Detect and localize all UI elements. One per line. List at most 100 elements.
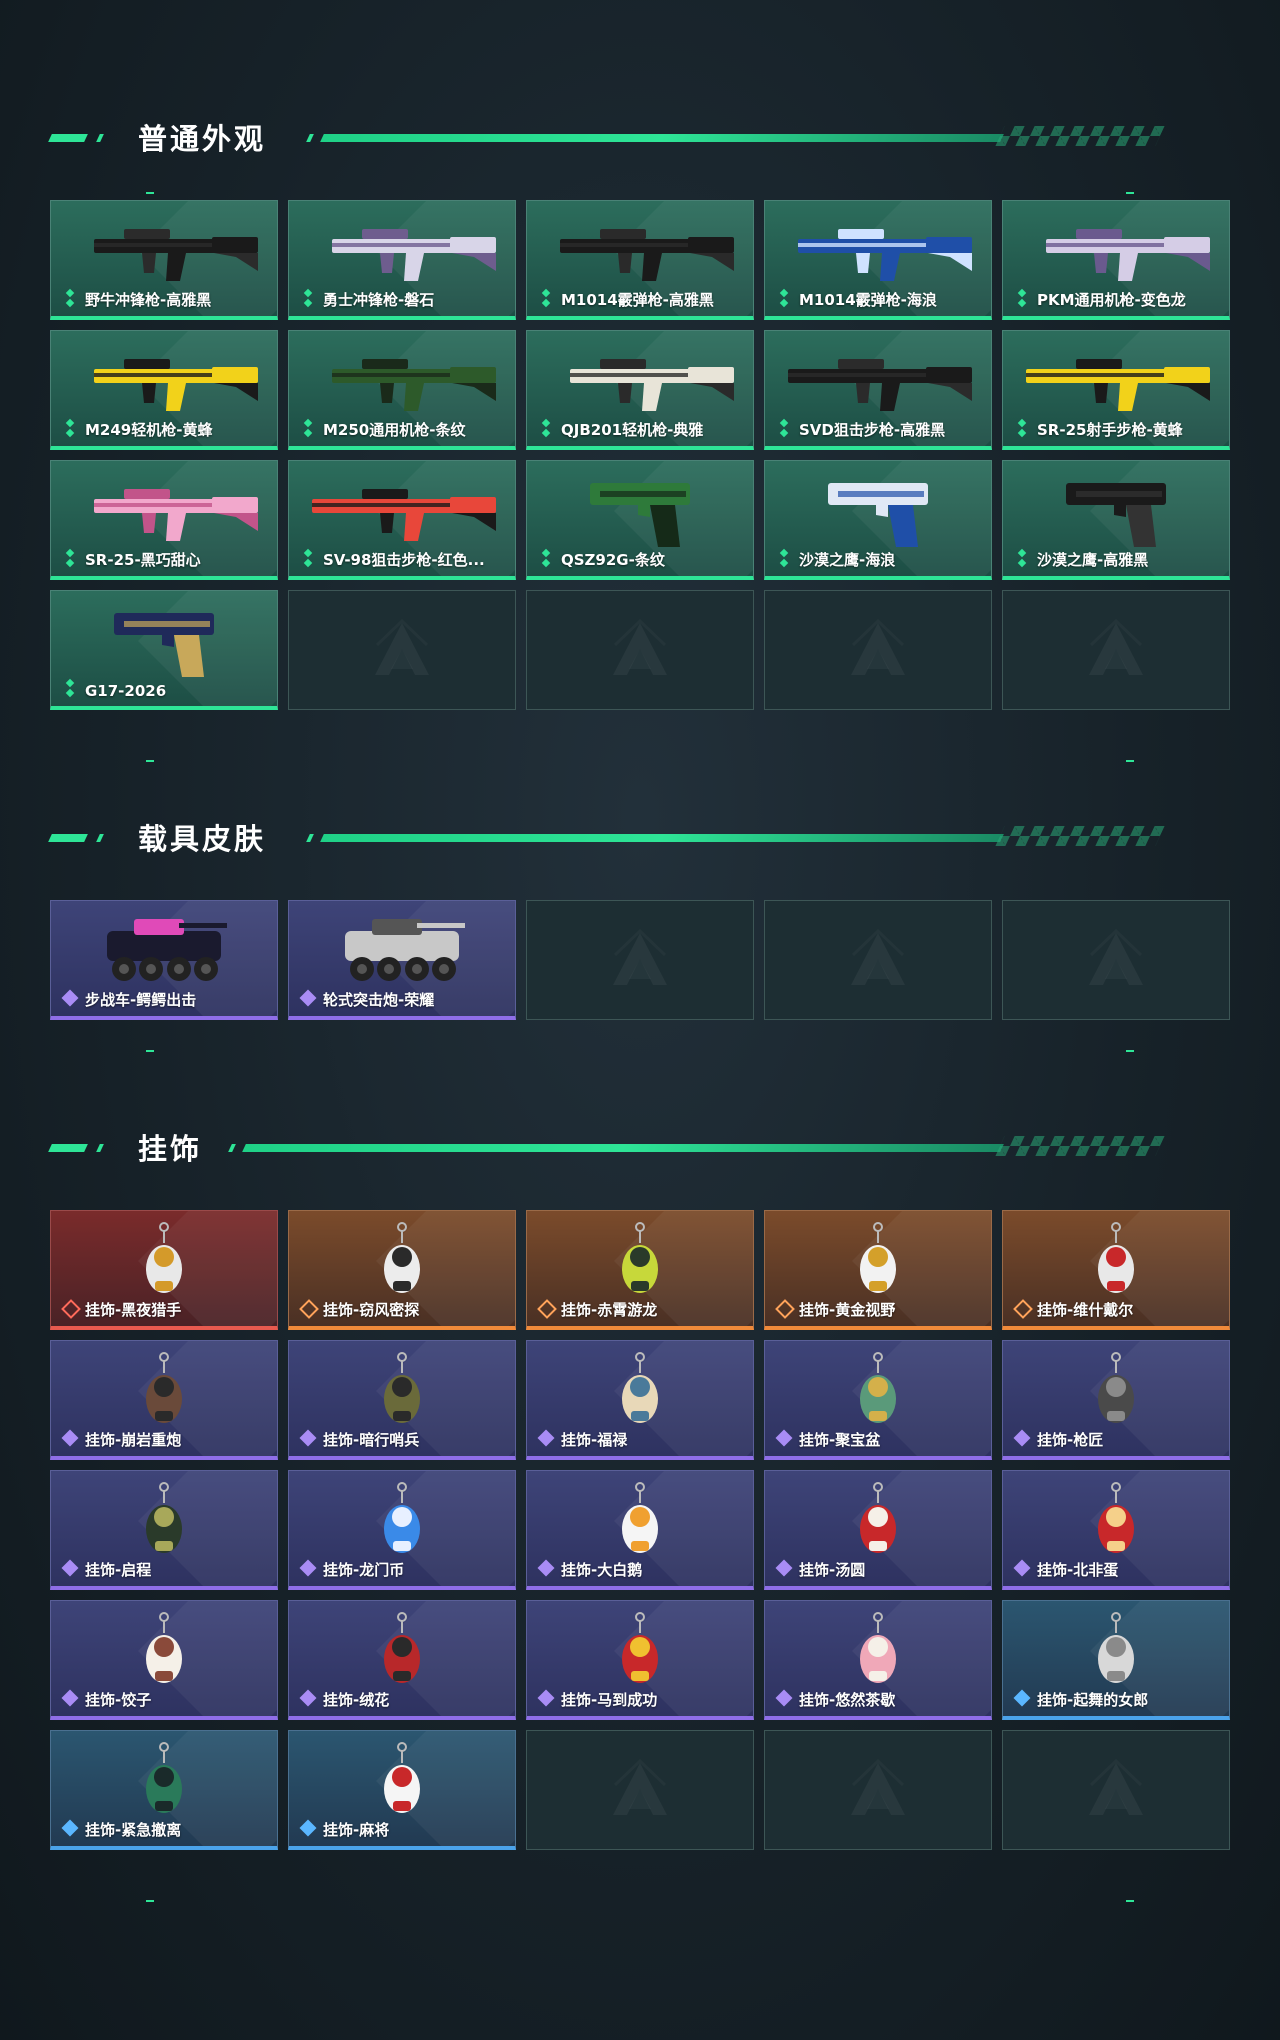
section-header: 普通外观 bbox=[0, 110, 1280, 170]
item-label: 挂饰-麻将 bbox=[323, 1821, 390, 1839]
item-card[interactable]: 挂饰-枪匠 bbox=[1002, 1340, 1230, 1460]
item-card[interactable]: 挂饰-赤霄游龙 bbox=[526, 1210, 754, 1330]
charm-image bbox=[1081, 1611, 1151, 1699]
item-card[interactable]: 挂饰-黑夜猎手 bbox=[50, 1210, 278, 1330]
placeholder-logo-icon bbox=[613, 1763, 667, 1815]
item-label: 挂饰-悠然茶歇 bbox=[799, 1691, 896, 1709]
item-card[interactable]: 轮式突击炮-荣耀 bbox=[288, 900, 516, 1020]
item-card[interactable]: PKM通用机枪-变色龙 bbox=[1002, 200, 1230, 320]
item-label: 沙漠之鹰-海浪 bbox=[799, 551, 896, 569]
item-card[interactable]: 挂饰-龙门币 bbox=[288, 1470, 516, 1590]
decor-dash bbox=[1126, 760, 1134, 762]
section-charms: 挂饰 挂饰-黑夜猎手 挂饰-窃风密探 挂饰-赤霄游龙 挂饰-黄金视野 挂饰-维什… bbox=[0, 1120, 1280, 1850]
item-label: 挂饰-维什戴尔 bbox=[1037, 1301, 1134, 1319]
rarity-icon bbox=[63, 550, 77, 568]
item-card[interactable]: 挂饰-饺子 bbox=[50, 1600, 278, 1720]
item-label: 沙漠之鹰-高雅黑 bbox=[1037, 551, 1149, 569]
item-card[interactable]: 步战车-鳄鳄出击 bbox=[50, 900, 278, 1020]
placeholder-logo-icon bbox=[613, 933, 667, 985]
rarity-icon bbox=[1015, 550, 1029, 568]
smg-image bbox=[64, 211, 264, 295]
empty-slot bbox=[1002, 900, 1230, 1020]
placeholder-logo-icon bbox=[613, 623, 667, 675]
item-card[interactable]: 挂饰-马到成功 bbox=[526, 1600, 754, 1720]
item-label: 挂饰-饺子 bbox=[85, 1691, 152, 1709]
header-line bbox=[306, 134, 1004, 142]
item-card[interactable]: 挂饰-麻将 bbox=[288, 1730, 516, 1850]
item-card[interactable]: 挂饰-大白鹅 bbox=[526, 1470, 754, 1590]
item-label: 挂饰-窃风密探 bbox=[323, 1301, 420, 1319]
item-card[interactable]: 勇士冲锋枪-磐石 bbox=[288, 200, 516, 320]
header-accent bbox=[48, 834, 88, 842]
rarity-icon bbox=[301, 1560, 315, 1578]
item-card[interactable]: G17-2026 bbox=[50, 590, 278, 710]
sniper-image bbox=[302, 471, 502, 555]
empty-slot bbox=[288, 590, 516, 710]
rarity-icon bbox=[539, 1300, 553, 1318]
item-card[interactable]: 野牛冲锋枪-高雅黑 bbox=[50, 200, 278, 320]
pistol-image bbox=[1056, 471, 1176, 555]
item-card[interactable]: 挂饰-北非蛋 bbox=[1002, 1470, 1230, 1590]
header-checker bbox=[995, 826, 1165, 846]
item-card[interactable]: M250通用机枪-条纹 bbox=[288, 330, 516, 450]
item-card[interactable]: 挂饰-维什戴尔 bbox=[1002, 1210, 1230, 1330]
header-checker bbox=[995, 1136, 1165, 1156]
rarity-icon bbox=[777, 420, 791, 438]
item-label: 挂饰-马到成功 bbox=[561, 1691, 658, 1709]
charm-image bbox=[605, 1481, 675, 1569]
rarity-icon bbox=[777, 1560, 791, 1578]
decor-dash bbox=[1126, 1050, 1134, 1052]
item-card[interactable]: 挂饰-紧急撤离 bbox=[50, 1730, 278, 1850]
item-card[interactable]: QSZ92G-条纹 bbox=[526, 460, 754, 580]
section-header: 载具皮肤 bbox=[0, 810, 1280, 870]
pistol-image bbox=[818, 471, 938, 555]
item-card[interactable]: M1014霰弹枪-海浪 bbox=[764, 200, 992, 320]
item-card[interactable]: 挂饰-绒花 bbox=[288, 1600, 516, 1720]
item-card[interactable]: 沙漠之鹰-高雅黑 bbox=[1002, 460, 1230, 580]
charm-image bbox=[367, 1741, 437, 1829]
item-card[interactable]: 挂饰-福禄 bbox=[526, 1340, 754, 1460]
item-card[interactable]: 挂饰-启程 bbox=[50, 1470, 278, 1590]
rarity-icon bbox=[63, 1690, 77, 1708]
decor-dash bbox=[1126, 1900, 1134, 1902]
rarity-icon bbox=[63, 680, 77, 698]
rarity-icon bbox=[301, 290, 315, 308]
item-card[interactable]: 挂饰-暗行哨兵 bbox=[288, 1340, 516, 1460]
rarity-icon bbox=[301, 1430, 315, 1448]
decor-dash bbox=[146, 1900, 154, 1902]
item-label: 挂饰-绒花 bbox=[323, 1691, 390, 1709]
placeholder-logo-icon bbox=[851, 1763, 905, 1815]
item-card[interactable]: 挂饰-崩岩重炮 bbox=[50, 1340, 278, 1460]
rifle-image bbox=[64, 471, 264, 555]
item-card[interactable]: 沙漠之鹰-海浪 bbox=[764, 460, 992, 580]
empty-slot bbox=[526, 900, 754, 1020]
item-card[interactable]: 挂饰-汤圆 bbox=[764, 1470, 992, 1590]
item-card[interactable]: 挂饰-起舞的女郎 bbox=[1002, 1600, 1230, 1720]
rarity-icon bbox=[63, 990, 77, 1008]
item-card[interactable]: 挂饰-聚宝盆 bbox=[764, 1340, 992, 1460]
item-card[interactable]: SR-25-黑巧甜心 bbox=[50, 460, 278, 580]
item-label: 挂饰-北非蛋 bbox=[1037, 1561, 1119, 1579]
section-title: 挂饰 bbox=[138, 1132, 203, 1166]
header-line bbox=[228, 1144, 1004, 1152]
section-title: 载具皮肤 bbox=[138, 822, 267, 856]
item-card[interactable]: SVD狙击步枪-高雅黑 bbox=[764, 330, 992, 450]
item-card[interactable]: 挂饰-黄金视野 bbox=[764, 1210, 992, 1330]
item-label: 挂饰-福禄 bbox=[561, 1431, 628, 1449]
section-title: 普通外观 bbox=[138, 122, 267, 156]
item-card[interactable]: 挂饰-窃风密探 bbox=[288, 1210, 516, 1330]
item-card[interactable]: SR-25射手步枪-黄蜂 bbox=[1002, 330, 1230, 450]
charm-image bbox=[367, 1221, 437, 1309]
charm-image bbox=[367, 1481, 437, 1569]
item-card[interactable]: QJB201轻机枪-典雅 bbox=[526, 330, 754, 450]
item-card[interactable]: M1014霰弹枪-高雅黑 bbox=[526, 200, 754, 320]
item-card[interactable]: M249轻机枪-黄蜂 bbox=[50, 330, 278, 450]
item-card[interactable]: SV-98狙击步枪-红色... bbox=[288, 460, 516, 580]
placeholder-logo-icon bbox=[851, 933, 905, 985]
rarity-icon bbox=[539, 290, 553, 308]
rarity-icon bbox=[539, 1690, 553, 1708]
header-accent bbox=[48, 134, 88, 142]
rarity-icon bbox=[63, 1560, 77, 1578]
item-card[interactable]: 挂饰-悠然茶歇 bbox=[764, 1600, 992, 1720]
charm-image bbox=[129, 1481, 199, 1569]
